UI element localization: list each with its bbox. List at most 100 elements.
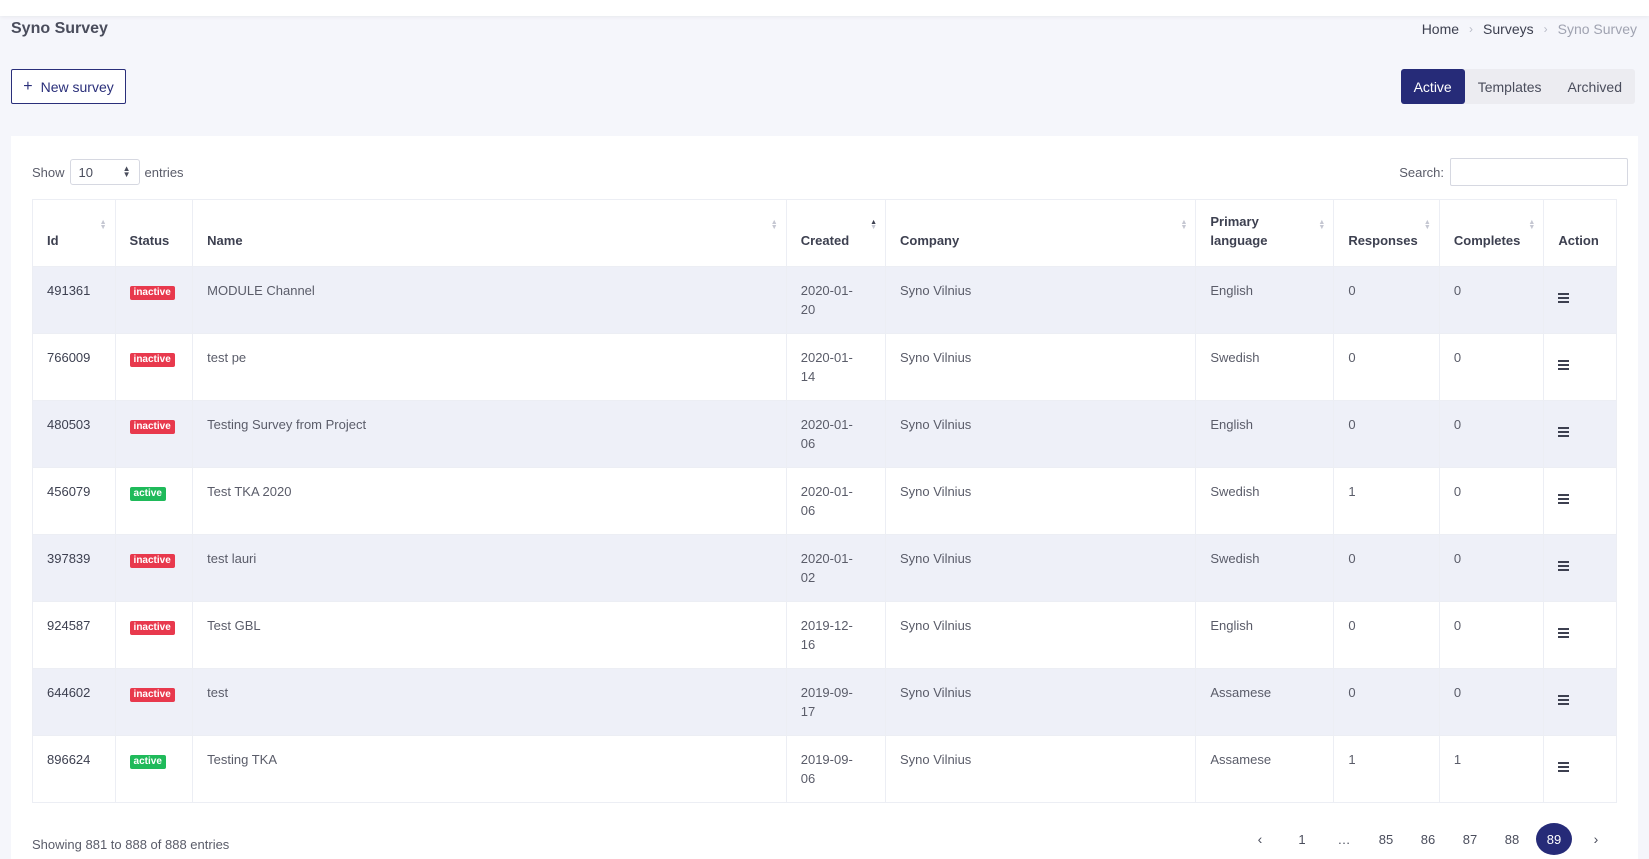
cell-completes: 0	[1438, 467, 1545, 535]
table-row: 896624 active Testing TKA 2019-09-06 Syn…	[32, 735, 1617, 803]
cell-action	[1543, 400, 1617, 468]
cell-completes: 1	[1438, 735, 1545, 803]
cell-name[interactable]: Test GBL	[192, 601, 787, 669]
cell-status: inactive	[114, 400, 194, 468]
column-header-id[interactable]: Id ▲ ▼	[32, 199, 116, 267]
page-link[interactable]: 1	[1281, 823, 1323, 855]
page-link[interactable]: 85	[1365, 823, 1407, 855]
breadcrumb-surveys[interactable]: Surveys	[1483, 21, 1534, 37]
cell-created: 2020-01-14	[785, 333, 887, 401]
cell-name[interactable]: Testing Survey from Project	[192, 400, 787, 468]
surveys-card: Show 10 ▲ ▼ entries Search: Id ▲ ▼ Status N…	[11, 136, 1638, 859]
row-menu-icon[interactable]	[1558, 561, 1570, 571]
page-ellipsis: …	[1337, 831, 1351, 847]
status-badge: inactive	[129, 353, 175, 367]
cell-created: 2019-12-16	[785, 601, 887, 669]
table-row: 397839 inactive test lauri 2020-01-02 Sy…	[32, 534, 1617, 602]
select-arrows-icon: ▲ ▼	[122, 164, 131, 179]
top-bar	[0, 0, 1649, 16]
cell-completes: 0	[1438, 534, 1545, 602]
column-header-status: Status	[114, 199, 194, 267]
cell-company: Syno Vilnius	[884, 601, 1197, 669]
cell-completes: 0	[1438, 400, 1545, 468]
cell-responses: 0	[1333, 668, 1440, 736]
tab-active[interactable]: Active	[1400, 69, 1465, 104]
cell-name[interactable]: MODULE Channel	[192, 266, 787, 334]
column-header-company[interactable]: Company ▲ ▼	[884, 199, 1197, 267]
column-header-name[interactable]: Name ▲ ▼	[192, 199, 787, 267]
cell-created: 2019-09-06	[785, 735, 887, 803]
cell-created: 2020-01-06	[785, 400, 887, 468]
cell-completes: 0	[1438, 601, 1545, 669]
column-header-responses[interactable]: Responses ▲ ▼	[1333, 199, 1440, 267]
plus-icon: +	[23, 77, 33, 95]
cell-name[interactable]: test lauri	[192, 534, 787, 602]
cell-company: Syno Vilnius	[884, 266, 1197, 334]
next-page-icon[interactable]: ›	[1575, 823, 1617, 855]
row-menu-icon[interactable]	[1558, 695, 1570, 705]
sort-asc-icon: ▲ ▼	[870, 219, 877, 231]
status-badge: inactive	[129, 286, 175, 300]
cell-name[interactable]: test pe	[192, 333, 787, 401]
table-row: 766009 inactive test pe 2020-01-14 Syno …	[32, 333, 1617, 401]
cell-completes: 0	[1438, 333, 1545, 401]
breadcrumb-separator-icon: ›	[1543, 22, 1548, 36]
cell-responses: 0	[1333, 534, 1440, 602]
cell-id: 491361	[32, 266, 116, 334]
sort-icon: ▲ ▼	[1528, 219, 1536, 231]
cell-language: English	[1195, 266, 1335, 334]
cell-name[interactable]: Testing TKA	[192, 735, 787, 803]
status-badge: inactive	[129, 621, 175, 635]
cell-name[interactable]: test	[192, 668, 787, 736]
cell-language: Swedish	[1195, 467, 1335, 535]
breadcrumb-home[interactable]: Home	[1422, 21, 1459, 37]
row-menu-icon[interactable]	[1558, 427, 1570, 437]
previous-page-icon[interactable]: ‹	[1239, 823, 1281, 855]
row-menu-icon[interactable]	[1558, 494, 1570, 504]
tab-templates[interactable]: Templates	[1465, 69, 1555, 104]
current-page[interactable]: 89	[1533, 823, 1575, 855]
page-link[interactable]: 88	[1491, 823, 1533, 855]
show-label: Show	[32, 164, 65, 180]
table-row: 491361 inactive MODULE Channel 2020-01-2…	[32, 266, 1617, 334]
page-link[interactable]: 86	[1407, 823, 1449, 855]
sort-icon: ▲ ▼	[99, 219, 107, 231]
cell-company: Syno Vilnius	[884, 400, 1197, 468]
cell-status: inactive	[114, 668, 194, 736]
column-header-completes[interactable]: Completes ▲ ▼	[1438, 199, 1545, 267]
cell-created: 2020-01-20	[785, 266, 887, 334]
new-survey-label: New survey	[40, 78, 114, 95]
table-row: 644602 inactive test 2019-09-17 Syno Vil…	[32, 668, 1617, 736]
cell-status: active	[114, 735, 194, 803]
sort-icon: ▲ ▼	[1318, 219, 1326, 231]
new-survey-button[interactable]: + New survey	[11, 69, 126, 104]
search-input[interactable]	[1450, 158, 1628, 186]
page-link[interactable]: 87	[1449, 823, 1491, 855]
table-header-row: Id ▲ ▼ Status Name ▲ ▼ Created ▲ ▼ Company ▲ ▼ P…	[32, 199, 1617, 267]
cell-status: inactive	[114, 266, 194, 334]
status-badge: active	[129, 755, 166, 769]
table-row: 480503 inactive Testing Survey from Proj…	[32, 400, 1617, 468]
tab-archived[interactable]: Archived	[1555, 69, 1635, 104]
cell-status: active	[114, 467, 194, 535]
cell-status: inactive	[114, 333, 194, 401]
surveys-table: Id ▲ ▼ Status Name ▲ ▼ Created ▲ ▼ Company ▲ ▼ P…	[32, 199, 1617, 803]
cell-completes: 0	[1438, 266, 1545, 334]
column-header-language[interactable]: Primary language ▲ ▼	[1195, 199, 1335, 267]
row-menu-icon[interactable]	[1558, 762, 1570, 772]
row-menu-icon[interactable]	[1558, 293, 1570, 303]
breadcrumb-separator-icon: ›	[1469, 22, 1474, 36]
row-menu-icon[interactable]	[1558, 628, 1570, 638]
status-badge: inactive	[129, 688, 175, 702]
cell-company: Syno Vilnius	[884, 668, 1197, 736]
table-row: 456079 active Test TKA 2020 2020-01-06 S…	[32, 467, 1617, 535]
status-badge: inactive	[129, 420, 175, 434]
cell-created: 2019-09-17	[785, 668, 887, 736]
cell-status: inactive	[114, 534, 194, 602]
row-menu-icon[interactable]	[1558, 360, 1570, 370]
page-size-select[interactable]: 10 ▲ ▼	[69, 159, 140, 185]
cell-language: Swedish	[1195, 534, 1335, 602]
column-header-created[interactable]: Created ▲ ▼	[785, 199, 887, 267]
status-badge: active	[129, 487, 166, 501]
cell-name[interactable]: Test TKA 2020	[192, 467, 787, 535]
